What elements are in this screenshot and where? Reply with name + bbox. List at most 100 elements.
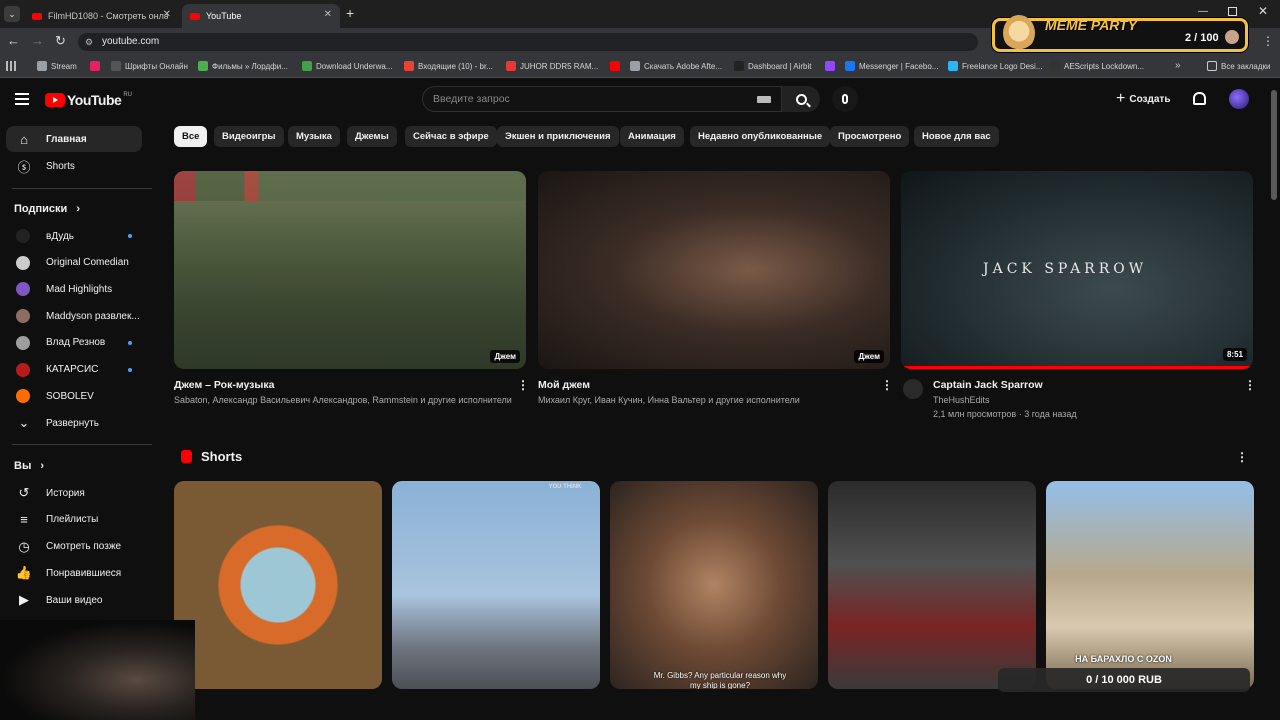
new-content-dot [128, 234, 132, 238]
more-options-icon[interactable]: ⋮ [1244, 378, 1256, 392]
jam-badge: Джем [854, 350, 884, 363]
bookmark-item[interactable] [610, 61, 624, 71]
bookmark-item[interactable]: Stream [37, 61, 77, 71]
bookmark-favicon-icon [302, 61, 312, 71]
more-options-icon[interactable]: ⋮ [881, 378, 893, 392]
sidebar-item-subscription[interactable]: Mad Highlights [6, 276, 142, 302]
chip-filter[interactable]: Просмотрено [830, 126, 910, 147]
bookmark-item[interactable]: Messenger | Facebo... [845, 61, 938, 71]
sidebar-item-subscription[interactable]: Maddyson развлек... [6, 303, 142, 329]
notifications-bell-icon[interactable] [1193, 92, 1206, 105]
bookmark-item[interactable]: Фильмы » Лордфи... [198, 61, 288, 71]
chip-filter[interactable]: Новое для вас [914, 126, 999, 147]
bookmark-item[interactable]: Download Underwa... [302, 61, 392, 71]
video-thumbnail[interactable]: JACK SPARROW 8:51 [901, 171, 1253, 369]
keyboard-icon[interactable] [757, 96, 771, 103]
bookmark-label: AEScripts Lockdown... [1064, 61, 1145, 71]
youtube-logo[interactable]: YouTube RU [45, 92, 132, 108]
channel-avatar[interactable] [903, 379, 923, 399]
browser-menu-icon[interactable]: ⋮ [1262, 34, 1274, 48]
short-thumbnail[interactable]: Mr. Gibbs? Any particular reason why my … [610, 481, 818, 689]
youtube-play-icon [45, 93, 65, 107]
close-tab-icon[interactable]: ✕ [163, 9, 171, 20]
create-button[interactable]: + Создать [1108, 88, 1178, 110]
short-thumbnail[interactable]: YOU THINK [392, 481, 600, 689]
close-tab-icon[interactable]: ✕ [324, 9, 332, 20]
back-icon[interactable]: ← [7, 33, 20, 48]
search-button[interactable] [782, 86, 820, 112]
bookmark-item[interactable]: Шрифты Онлайн [111, 61, 188, 71]
address-bar[interactable]: ⚙ youtube.com [78, 33, 978, 51]
close-window-icon[interactable]: ✕ [1258, 4, 1268, 18]
sidebar-item-clock[interactable]: ◷ Смотреть позже [6, 534, 142, 560]
like-icon: 👍 [15, 565, 33, 581]
reload-icon[interactable]: ↻ [55, 33, 66, 49]
short-thumbnail[interactable] [828, 481, 1036, 689]
subscriptions-header[interactable]: Подписки › [14, 203, 80, 215]
video-thumbnail[interactable]: Джем [538, 171, 890, 369]
sidebar-item-home[interactable]: ⌂ Главная [6, 126, 142, 152]
chip-filter[interactable]: Джемы [347, 126, 397, 147]
browser-tab-youtube[interactable]: YouTube ✕ [182, 4, 340, 28]
bookmark-item[interactable]: JUHOR DDR5 RAM... [506, 61, 598, 71]
video-title[interactable]: Джем – Рок-музыка [174, 379, 274, 391]
video-thumbnail[interactable]: Джем [174, 171, 526, 369]
sidebar-item-shorts[interactable]: ⓢ Shorts [6, 153, 142, 179]
bookmark-label: Скачать Adobe Afte... [644, 61, 723, 71]
plus-icon: + [1116, 90, 1126, 107]
chip-filter[interactable]: Экшен и приключения [497, 126, 619, 147]
video-icon: ▶ [19, 592, 29, 608]
chip-filter[interactable]: Видеоигры [214, 126, 284, 147]
search-input[interactable]: Введите запрос [422, 86, 782, 112]
site-info-icon[interactable]: ⚙ [85, 33, 93, 51]
more-bookmarks-icon[interactable]: » [1175, 60, 1181, 71]
account-avatar[interactable] [1229, 89, 1249, 109]
all-bookmarks-label: Все закладки [1221, 61, 1271, 71]
apps-grid-icon[interactable] [6, 61, 16, 71]
short-thumbnail[interactable] [174, 481, 382, 689]
bookmark-item[interactable]: Скачать Adobe Afte... [630, 61, 722, 71]
sidebar-item-subscription[interactable]: Original Comedian [6, 250, 142, 276]
chevron-right-icon: › [76, 203, 80, 215]
bookmark-favicon-icon [198, 61, 208, 71]
chip-filter[interactable]: Анимация [620, 126, 684, 147]
sidebar-item-history[interactable]: ↺ История [6, 480, 142, 506]
sidebar-item-subscription[interactable]: вДудь [6, 223, 142, 249]
sidebar-item-playlist[interactable]: ≡ Плейлисты [6, 507, 142, 533]
bookmark-item[interactable] [90, 61, 104, 71]
more-options-icon[interactable]: ⋮ [517, 378, 529, 392]
browser-tab-filmhd[interactable]: FilmHD1080 - Смотреть онлайн ✕ [24, 4, 179, 28]
sidebar-item-video[interactable]: ▶ Ваши видео [6, 587, 142, 613]
you-header[interactable]: Вы › [14, 460, 44, 472]
video-title[interactable]: Captain Jack Sparrow [933, 379, 1043, 391]
tab-list-menu-icon[interactable]: ⌄ [4, 6, 20, 22]
bookmark-item[interactable]: Входящие (10) - br... [404, 61, 493, 71]
bookmark-favicon-icon [506, 61, 516, 71]
chip-filter[interactable]: Сейчас в эфире [405, 126, 497, 147]
video-title[interactable]: Мой джем [538, 379, 590, 391]
sidebar-item-subscription[interactable]: Влад Резнов [6, 330, 142, 356]
channel-name[interactable]: TheHushEdits [933, 395, 990, 405]
bookmark-item[interactable] [825, 61, 839, 71]
bookmark-item[interactable]: AEScripts Lockdown... [1050, 61, 1144, 71]
bookmark-item[interactable]: Dashboard | Airbit [734, 61, 811, 71]
all-bookmarks[interactable]: Все закладки [1207, 61, 1270, 71]
chip-filter[interactable]: Недавно опубликованные [690, 126, 831, 147]
minimize-window-icon[interactable]: — [1198, 6, 1208, 17]
short-thumbnail[interactable]: НА БАРАХЛО С OZON [1046, 481, 1254, 689]
forward-icon[interactable]: → [31, 33, 44, 48]
sidebar-item-subscription[interactable]: КАТАРСИС [6, 357, 142, 383]
new-tab-icon[interactable]: + [346, 5, 354, 21]
page-scrollbar[interactable] [1271, 90, 1277, 200]
sidebar-item-like[interactable]: 👍 Понравившиеся [6, 560, 142, 586]
shorts-more-options-icon[interactable]: ⋮ [1236, 450, 1248, 464]
bookmark-item[interactable]: Freelance Logo Desi... [948, 61, 1043, 71]
sidebar-item-expand[interactable]: ⌄ Развернуть [6, 410, 142, 436]
chip-filter[interactable]: Музыка [288, 126, 340, 147]
sidebar-item-subscription[interactable]: SOBOLEV [6, 383, 142, 409]
hamburger-menu-icon[interactable] [15, 93, 29, 105]
maximize-window-icon[interactable] [1228, 7, 1237, 16]
create-label: Создать [1129, 93, 1171, 105]
chip-filter[interactable]: Все [174, 126, 208, 147]
voice-search-button[interactable] [832, 86, 858, 112]
